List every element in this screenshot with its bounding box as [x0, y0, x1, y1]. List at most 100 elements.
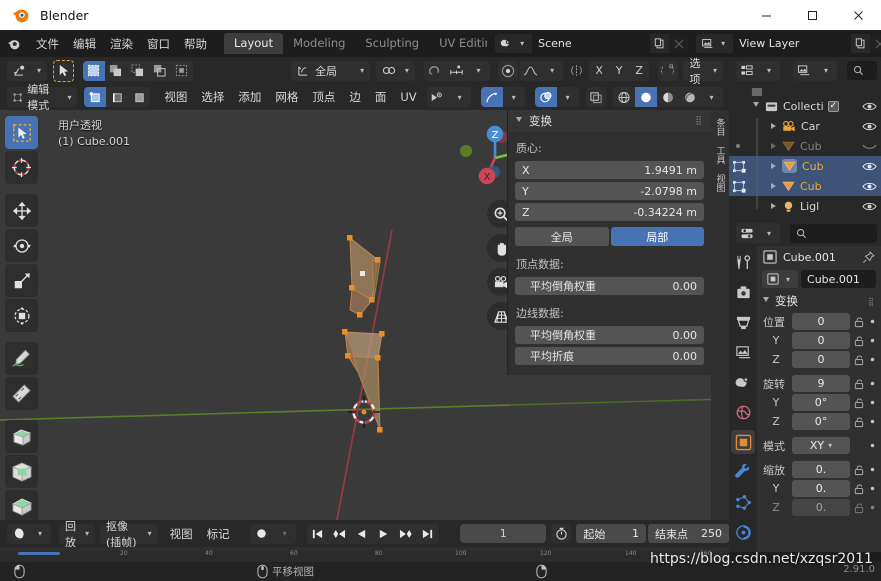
select-box-tool[interactable] — [5, 116, 38, 149]
rotation-x-value[interactable]: 9 — [792, 375, 850, 392]
editor-mode-dropdown[interactable]: 编辑模式 ▾ — [7, 83, 78, 112]
scene-new-button[interactable] — [650, 34, 670, 53]
jump-to-start-button[interactable] — [306, 523, 329, 544]
disclosure-triangle-icon[interactable] — [771, 123, 776, 129]
timeline-editor-type-dropdown[interactable]: ▾ — [7, 523, 51, 544]
tool-settings-dropdown[interactable]: ▾ — [7, 60, 48, 81]
play-reverse-button[interactable] — [350, 523, 373, 544]
outliner-row-scene[interactable] — [729, 88, 881, 96]
active-tool-button[interactable] — [52, 59, 75, 82]
menu-mesh[interactable]: 网格 — [268, 86, 305, 108]
animate-dot-icon[interactable] — [868, 400, 877, 405]
mirror-y-button[interactable]: Y — [609, 60, 630, 81]
shading-dropdown-button[interactable]: ▾ — [700, 87, 723, 107]
outliner-type-chevron-icon[interactable]: ▾ — [758, 60, 780, 81]
lock-icon[interactable] — [853, 502, 865, 514]
lock-icon[interactable] — [853, 483, 865, 495]
n-tab-tool[interactable]: 工具 — [714, 146, 727, 164]
timeline-menu-view[interactable]: 视图 — [163, 523, 200, 545]
scene-icon[interactable] — [731, 370, 755, 394]
menu-edge[interactable]: 边 — [342, 86, 368, 108]
scale-tool[interactable] — [5, 264, 38, 297]
outliner-editor-icon[interactable] — [736, 60, 758, 81]
tab-layout[interactable]: Layout — [224, 33, 284, 54]
outliner-editor-type-dropdown[interactable]: ▾ — [736, 60, 780, 81]
timeline-menu-marker[interactable]: 标记 — [200, 523, 237, 545]
location-z-value[interactable]: 0 — [792, 351, 850, 368]
n-panel-header[interactable]: 变换 ⣿ — [508, 110, 711, 132]
disclosure-triangle-icon[interactable] — [753, 102, 759, 110]
face-select-button[interactable] — [128, 87, 151, 107]
properties-editor-icon[interactable] — [736, 223, 758, 243]
panel-grip-icon[interactable]: ⣿ — [695, 116, 703, 126]
add-cube-tool[interactable] — [5, 420, 38, 453]
outliner-row-camera[interactable]: Car — [729, 116, 881, 136]
solid-shading-button[interactable] — [634, 87, 657, 107]
menu-file[interactable]: 文件 — [29, 33, 66, 55]
animate-dot-icon[interactable] — [868, 419, 877, 424]
minimize-button[interactable] — [743, 0, 789, 30]
extrude-region-tool[interactable] — [5, 455, 38, 488]
n-tab-item[interactable]: 条目 — [714, 118, 727, 136]
eye-closed-icon[interactable] — [862, 141, 877, 152]
rotation-z-value[interactable]: 0° — [792, 413, 850, 430]
menu-view[interactable]: 视图 — [157, 86, 194, 108]
disclosure-triangle-icon[interactable] — [771, 163, 776, 169]
play-button[interactable] — [372, 523, 395, 544]
lock-icon[interactable] — [853, 335, 865, 347]
select-subtract-button[interactable] — [126, 60, 149, 81]
eye-open-icon[interactable] — [862, 201, 877, 212]
editor-type-chevron-icon[interactable]: ▾ — [29, 523, 51, 544]
location-y-value[interactable]: 0 — [792, 332, 850, 349]
mirror-topology-button[interactable] — [657, 60, 678, 81]
material-shading-button[interactable] — [656, 87, 679, 107]
3d-viewport[interactable]: 用户透视 (1) Cube.001 Z X 变换 ⣿ 质心: X 1.9491 … — [0, 110, 729, 520]
animate-dot-icon[interactable] — [868, 357, 877, 362]
outliner-display-mode-dropdown[interactable]: ▾ — [793, 60, 837, 81]
viewlayer-browse-button[interactable]: ▾ — [696, 34, 734, 53]
animate-dot-icon[interactable] — [868, 486, 877, 491]
vertex-select-button[interactable] — [84, 87, 107, 107]
visibility-dropdown-button[interactable]: ▾ — [448, 87, 471, 107]
render-icon[interactable] — [731, 280, 755, 304]
mirror-x-icon[interactable] — [566, 61, 586, 81]
animate-dot-icon[interactable] — [868, 381, 877, 386]
rotation-y-value[interactable]: 0° — [792, 394, 850, 411]
select-extend-button[interactable] — [104, 60, 127, 81]
outliner-row-light[interactable]: Ligl — [729, 196, 881, 216]
transform-section-header[interactable]: 变换 ⣿ — [757, 290, 881, 312]
animate-dot-icon[interactable] — [868, 443, 877, 448]
frame-end-field[interactable]: 结束点 250 — [648, 524, 730, 543]
properties-search-input[interactable] — [790, 223, 877, 243]
transform-tool[interactable] — [5, 299, 38, 332]
edge-select-button[interactable] — [106, 87, 129, 107]
select-intersect-button[interactable] — [170, 60, 193, 81]
mirror-z-button[interactable]: Z — [629, 60, 650, 81]
falloff-curve-icon[interactable] — [519, 60, 542, 81]
outliner-search-input[interactable] — [847, 61, 877, 80]
lock-icon[interactable] — [853, 378, 865, 390]
outliner-row-collection[interactable]: Collecti ✓ — [729, 96, 881, 116]
properties-panel[interactable]: Cube.001 ▾ Cube.001 变换 ⣿ 位置 0 Y 0 Z 0 旋转… — [757, 246, 881, 552]
object-icon[interactable] — [731, 430, 755, 454]
lock-icon[interactable] — [853, 464, 865, 476]
tab-modeling[interactable]: Modeling — [283, 33, 355, 54]
median-x-field[interactable]: X 1.9491 m — [515, 161, 704, 179]
collection-checkbox[interactable]: ✓ — [827, 100, 839, 112]
outliner-row-cube-selected[interactable]: Cub — [729, 176, 881, 196]
xray-toggle-button[interactable] — [585, 87, 606, 107]
options-dropdown[interactable]: 选项 ▾ — [683, 57, 723, 86]
eye-open-icon[interactable] — [862, 121, 877, 132]
menu-face[interactable]: 面 — [368, 86, 394, 108]
close-button[interactable] — [835, 0, 881, 30]
keying-menu[interactable]: 抠像(插帧) ▾ — [100, 520, 158, 549]
animate-dot-icon[interactable] — [868, 467, 877, 472]
lock-icon[interactable] — [853, 354, 865, 366]
next-keyframe-button[interactable] — [394, 523, 417, 544]
outliner-row-cube-hidden[interactable]: Cub — [729, 136, 881, 156]
outliner[interactable]: Collecti ✓ Car Cub Cub Cub Ligl — [729, 84, 881, 220]
eye-open-icon[interactable] — [862, 161, 877, 172]
properties-type-chevron-icon[interactable]: ▾ — [758, 223, 780, 243]
eye-open-icon[interactable] — [862, 101, 877, 112]
jump-to-end-button[interactable] — [416, 523, 439, 544]
